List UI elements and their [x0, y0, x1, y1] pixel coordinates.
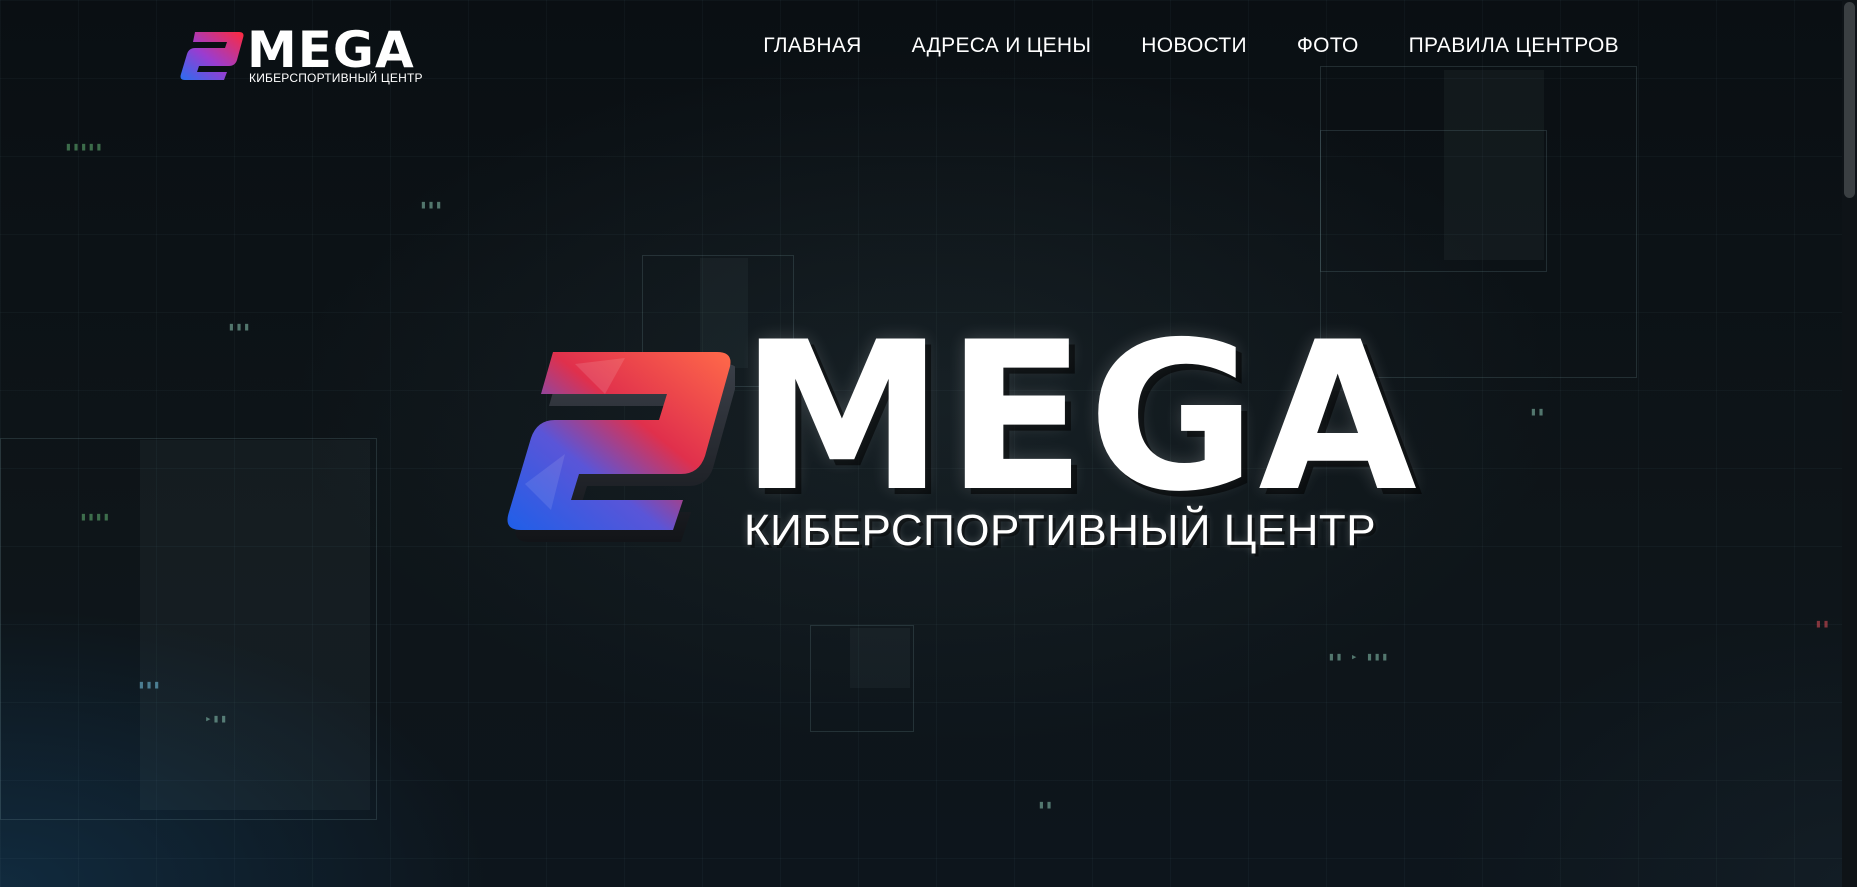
hero-subtitle: КИБЕРСПОРТИВНЫЙ ЦЕНТР — [744, 506, 1377, 555]
glitch-marker: ▮▮ — [1038, 798, 1054, 811]
nav-item-rules[interactable]: ПРАВИЛА ЦЕНТРОВ — [1409, 34, 1619, 58]
page: ▮▮▮▮▮ ▮▮▮ ▮▮▮ ▮▮▮▮ ▮▮▮ ▸▮▮ ▮▮ ▮▮ ▸ ▮▮▮ ▮… — [0, 0, 1857, 887]
mega-logo-icon — [180, 32, 244, 80]
decor-frame — [1320, 130, 1547, 272]
glitch-marker: ▮▮ — [1530, 405, 1546, 418]
glitch-marker: ▮▮ ▸ ▮▮▮ — [1328, 650, 1389, 663]
glitch-marker: ▮▮▮ — [420, 198, 443, 211]
decor-panel — [850, 628, 910, 688]
nav-item-news[interactable]: НОВОСТИ — [1141, 34, 1247, 58]
scrollbar[interactable] — [1842, 0, 1857, 887]
main-nav: ГЛАВНАЯ АДРЕСА И ЦЕНЫ НОВОСТИ ФОТО ПРАВИ… — [763, 34, 1619, 58]
glitch-marker: ▮▮▮▮ — [80, 510, 111, 523]
nav-item-photo[interactable]: ФОТО — [1297, 34, 1359, 58]
header-logo[interactable]: MEGA КИБЕРСПОРТИВНЫЙ ЦЕНТР — [173, 21, 423, 88]
glitch-marker: ▸▮▮ — [205, 712, 228, 725]
decor-panel — [140, 440, 370, 810]
hero-wordmark: MEGA — [740, 299, 1419, 537]
glitch-marker: ▮▮▮ — [138, 678, 161, 691]
hero-logo: MEGA КИБЕРСПОРТИВНЫЙ ЦЕНТР — [455, 316, 1417, 560]
scrollbar-thumb[interactable] — [1844, 2, 1855, 198]
glitch-marker: ▮▮▮▮▮ — [65, 140, 104, 153]
mega-logo-icon — [507, 352, 735, 542]
nav-item-addresses-prices[interactable]: АДРЕСА И ЦЕНЫ — [912, 34, 1092, 58]
logo-subtitle: КИБЕРСПОРТИВНЫЙ ЦЕНТР — [249, 71, 423, 85]
glitch-marker: ▮▮ — [1815, 617, 1831, 630]
glitch-marker: ▮▮▮ — [228, 320, 251, 333]
nav-item-home[interactable]: ГЛАВНАЯ — [763, 34, 861, 58]
logo-wordmark: MEGA — [247, 21, 415, 79]
